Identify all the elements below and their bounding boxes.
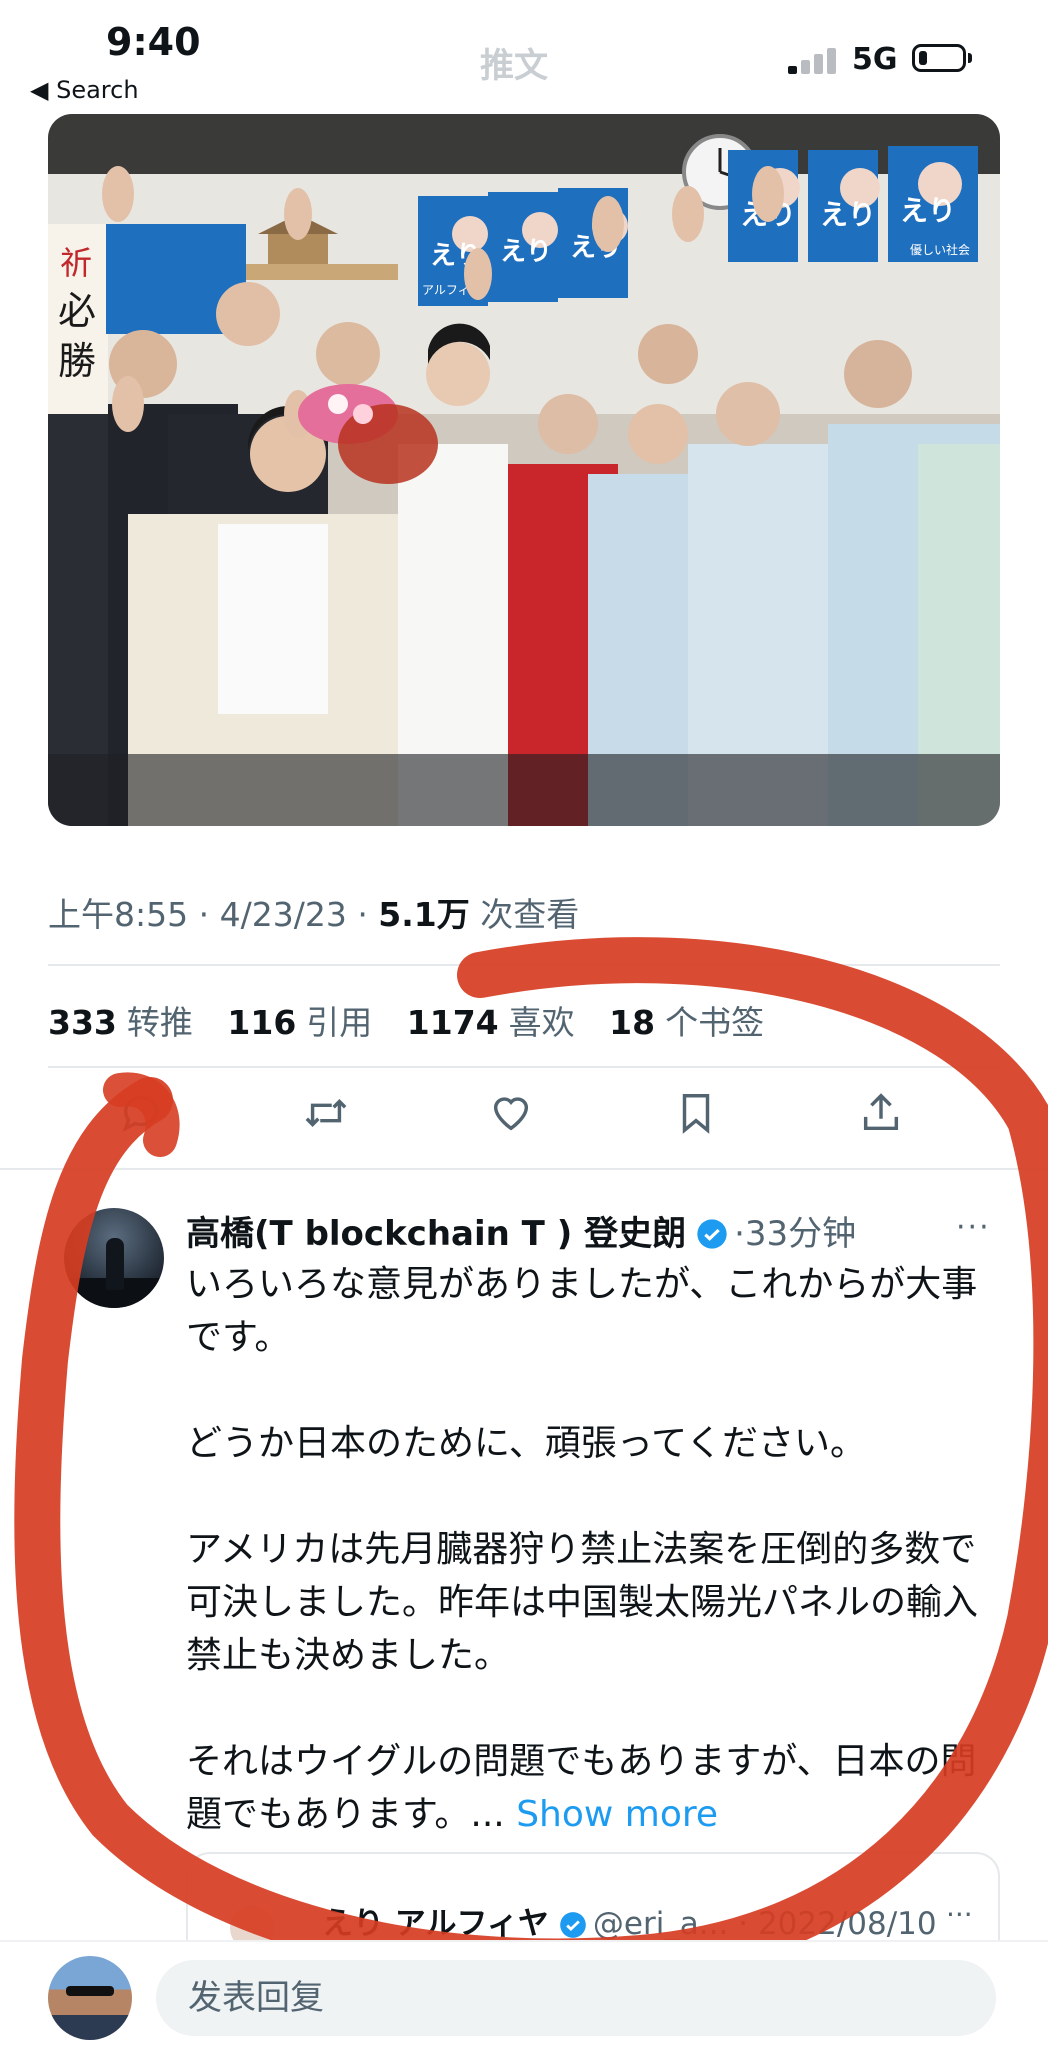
- battery-icon: [912, 44, 966, 72]
- quote-handle: @eri_a...: [592, 1906, 729, 1942]
- banner-char-1: 祈: [60, 244, 92, 282]
- banner-char-3: 勝: [58, 339, 96, 383]
- bookmark-icon[interactable]: [673, 1090, 733, 1150]
- poster-label-6: えり: [900, 194, 956, 227]
- status-bar: 9:40 ◀ Search 推文 5G: [0, 0, 1048, 110]
- tweet-date: 4/23/23: [219, 895, 347, 934]
- show-more-link[interactable]: Show more: [516, 1794, 718, 1835]
- quote-more-icon[interactable]: ···: [946, 1898, 973, 1931]
- quotes-stat[interactable]: 116 引用: [227, 1003, 372, 1042]
- photo-illustration: 祈 必 勝 えり えり えり えり えり えり: [48, 114, 1000, 826]
- tweet-time: 上午8:55: [48, 895, 189, 934]
- bookmarks-stat[interactable]: 18 个书签: [609, 1003, 764, 1042]
- divider: [48, 1066, 1000, 1068]
- verified-badge-icon: [697, 1219, 727, 1249]
- likes-stat[interactable]: 1174 喜欢: [407, 1003, 575, 1042]
- reply-time: 33分钟: [744, 1214, 857, 1254]
- network-label: 5G: [852, 42, 898, 77]
- signal-icon: [788, 44, 848, 74]
- tweet-timestamp: 上午8:55 · 4/23/23 · 5.1万 次查看: [48, 895, 580, 934]
- avatar[interactable]: [64, 1208, 164, 1308]
- page-title: 推文: [480, 46, 548, 86]
- author-name[interactable]: 高橋(T blockchain T ) 登史朗: [186, 1214, 686, 1254]
- reply-compose-bar: 发表回复: [0, 1940, 1048, 2050]
- back-to-search-link[interactable]: ◀ Search: [30, 76, 139, 104]
- poster-slogan: 優しい社会: [910, 242, 970, 257]
- poster-label-5: えり: [820, 198, 876, 231]
- verified-badge-icon: [560, 1912, 586, 1938]
- engagement-stats: 333 转推 116 引用 1174 喜欢 18 个书签: [48, 996, 788, 1044]
- view-label: 次查看: [480, 895, 580, 934]
- reply-paragraph: アメリカは先月臓器狩り禁止法案を圧倒的多数で可決しました。昨年は中国製太陽光パネ…: [186, 1529, 979, 1676]
- reply-paragraph: どうか日本のために、頑張ってください。: [186, 1423, 867, 1464]
- banner-char-2: 必: [58, 289, 96, 333]
- retweets-stat[interactable]: 333 转推: [48, 1003, 193, 1042]
- divider: [48, 964, 1000, 966]
- reply-body: いろいろな意見がありましたが、これからが大事です。 どうか日本のために、頑張って…: [186, 1258, 986, 1841]
- reply-input[interactable]: 发表回复: [156, 1960, 996, 2036]
- quote-date: 2022/08/10: [757, 1906, 937, 1942]
- more-options-icon[interactable]: ···: [956, 1210, 991, 1245]
- reply-paragraph: いろいろな意見がありましたが、これからが大事です。: [186, 1264, 978, 1358]
- tweet-photo[interactable]: 祈 必 勝 えり えり えり えり えり えり: [48, 114, 1000, 826]
- poster-label-2: えり: [500, 237, 552, 267]
- quote-author: えり アルフィヤ: [322, 1906, 549, 1942]
- status-time: 9:40: [106, 20, 201, 64]
- avatar[interactable]: [48, 1956, 132, 2040]
- retweet-icon[interactable]: [303, 1090, 363, 1150]
- reply-icon[interactable]: [118, 1090, 178, 1150]
- tweet-action-bar: [48, 1090, 1000, 1160]
- like-icon[interactable]: [488, 1090, 548, 1150]
- reply-header: 高橋(T blockchain T ) 登史朗 ·33分钟: [186, 1214, 857, 1254]
- view-count: 5.1万: [378, 895, 470, 934]
- share-icon[interactable]: [858, 1090, 918, 1150]
- divider: [0, 1168, 1048, 1170]
